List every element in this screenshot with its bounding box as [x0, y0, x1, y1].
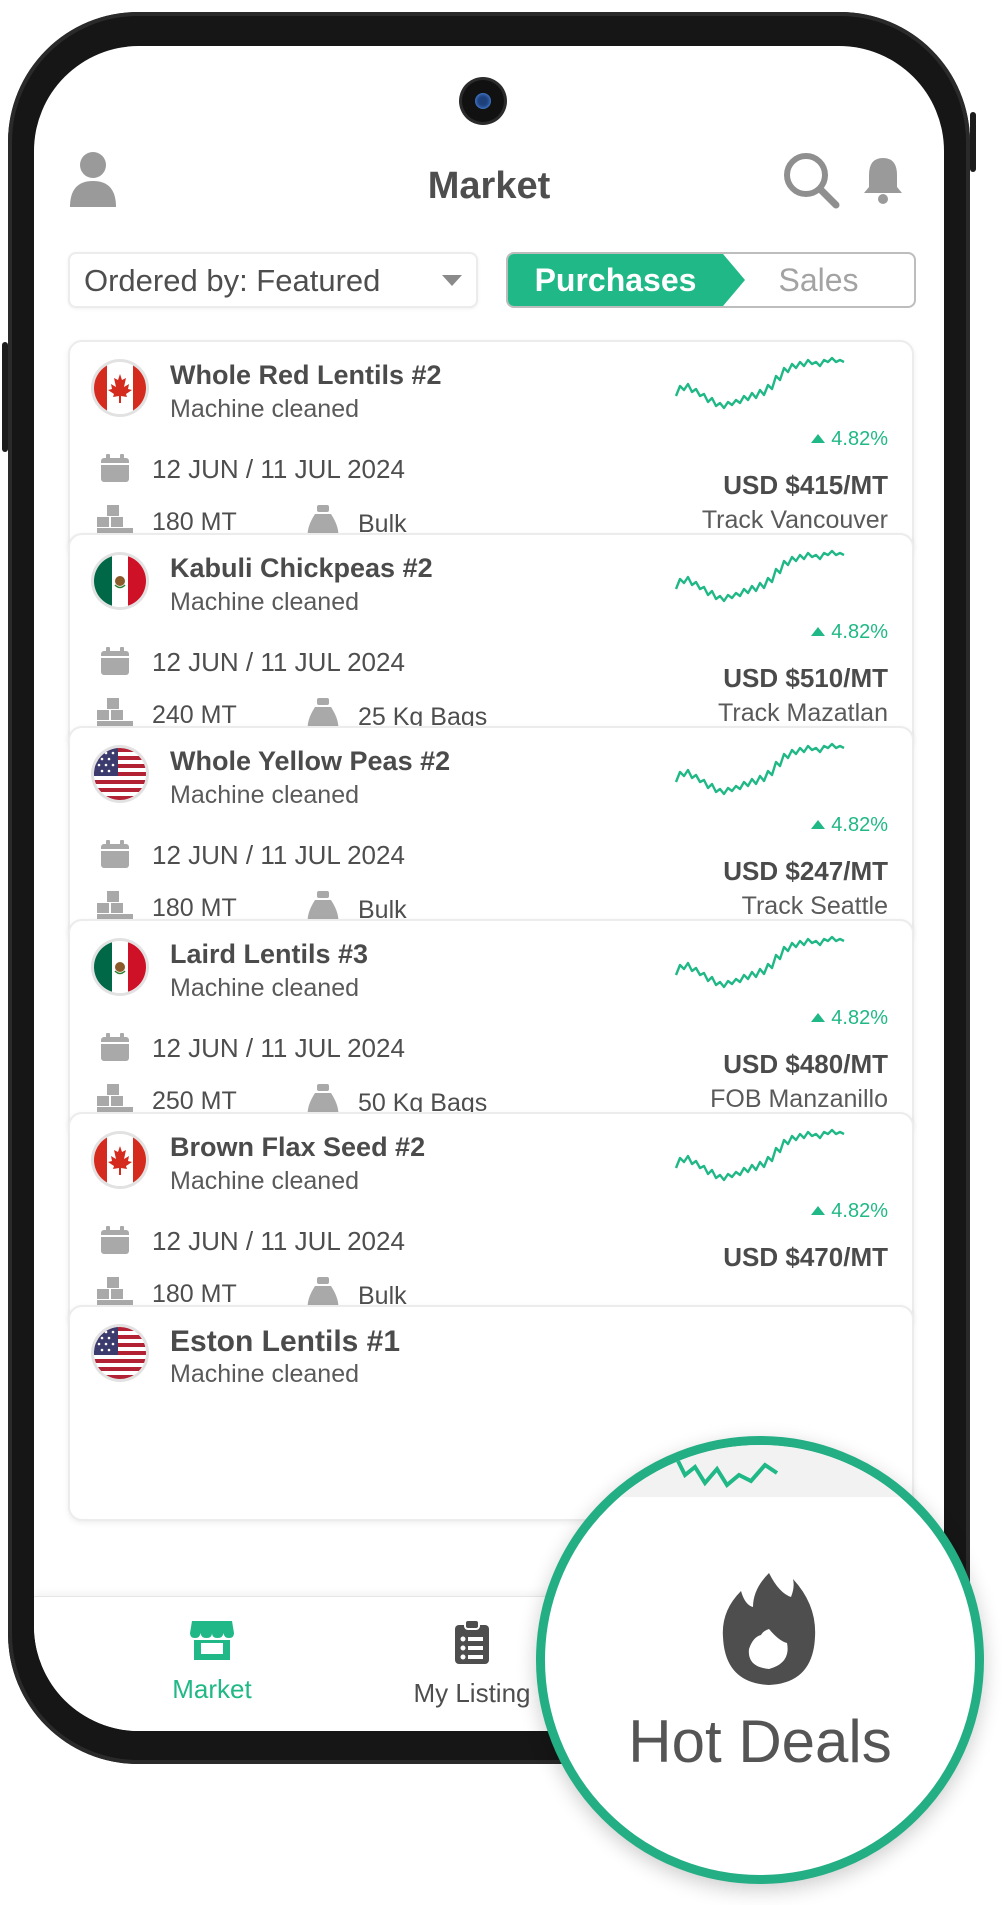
nav-market-label: Market — [172, 1674, 252, 1704]
listing-location: Track Vancouver — [701, 506, 888, 534]
mexico-flag — [94, 555, 146, 607]
tab-sales[interactable]: Sales — [723, 254, 914, 306]
callout-sparkline-fragment — [673, 1454, 779, 1489]
listing-name: Kabuli Chickpeas #2 — [170, 553, 433, 583]
price-sparkline — [674, 935, 845, 989]
sort-dropdown[interactable]: Ordered by: Featured — [68, 252, 478, 308]
purchases-sales-toggle[interactable]: Purchases Sales — [506, 252, 916, 308]
listing-name: Whole Red Lentils #2 — [170, 360, 442, 390]
usa-flag — [94, 748, 146, 800]
canada-flag — [94, 1134, 146, 1186]
listing-location: Track Seattle — [741, 892, 888, 920]
listing-card[interactable]: Whole Yellow Peas #2 Machine cleaned 12 … — [68, 726, 914, 942]
listing-card[interactable]: Brown Flax Seed #2 Machine cleaned 12 JU… — [68, 1112, 914, 1328]
listing-price: USD $470/MT — [723, 1242, 888, 1272]
listing-grade: Machine cleaned — [170, 1360, 360, 1388]
calendar-icon — [101, 1033, 129, 1061]
arrow-up-icon — [811, 434, 826, 443]
listing-dates: 12 JUN / 11 JUL 2024 — [152, 1033, 405, 1063]
listing-dates: 12 JUN / 11 JUL 2024 — [152, 454, 405, 484]
listing-grade: Machine cleaned — [170, 395, 360, 423]
price-change: 4.82% — [811, 428, 888, 451]
listing-name: Eston Lentils #1 — [170, 1325, 401, 1358]
price-change: 4.82% — [811, 1200, 888, 1223]
tab-purchases[interactable]: Purchases — [508, 254, 745, 306]
price-change-value: 4.82% — [831, 814, 888, 836]
arrow-up-icon — [811, 1206, 826, 1215]
arrow-up-icon — [811, 1013, 826, 1022]
clipboard-icon — [455, 1619, 489, 1664]
nav-market[interactable]: Market — [112, 1619, 312, 1705]
listing-grade: Machine cleaned — [170, 1167, 360, 1195]
chevron-down-icon — [442, 275, 462, 286]
price-change: 4.82% — [811, 1007, 888, 1030]
hot-deals-label: Hot Deals — [628, 1708, 892, 1775]
price-change: 4.82% — [811, 814, 888, 837]
arrow-up-icon — [811, 820, 826, 829]
sort-dropdown-label: Ordered by: Featured — [84, 263, 381, 298]
listing-grade: Machine cleaned — [170, 588, 360, 616]
listing-name: Brown Flax Seed #2 — [170, 1132, 426, 1162]
listing-name: Laird Lentils #3 — [170, 939, 369, 969]
listing-name: Whole Yellow Peas #2 — [170, 746, 451, 776]
listing-card[interactable]: Laird Lentils #3 Machine cleaned 12 JUN … — [68, 919, 914, 1135]
price-change-value: 4.82% — [831, 621, 888, 643]
listing-dates: 12 JUN / 11 JUL 2024 — [152, 1226, 405, 1256]
listing-location: FOB Manzanillo — [710, 1085, 888, 1113]
listing-price: USD $510/MT — [723, 663, 888, 693]
front-camera — [462, 80, 504, 122]
price-sparkline — [674, 549, 845, 603]
price-change-value: 4.82% — [831, 1007, 888, 1029]
calendar-icon — [101, 840, 129, 868]
listing-price: USD $415/MT — [723, 470, 888, 500]
price-change-value: 4.82% — [831, 428, 888, 450]
price-sparkline — [674, 356, 845, 410]
store-icon — [190, 1621, 234, 1660]
listing-dates: 12 JUN / 11 JUL 2024 — [152, 647, 405, 677]
calendar-icon — [101, 647, 129, 675]
bell-icon[interactable] — [862, 155, 904, 205]
listing-location: Track Mazatlan — [718, 699, 888, 727]
volume-button — [2, 342, 8, 452]
callout-card-edge — [545, 1445, 975, 1497]
usa-flag — [94, 1327, 146, 1379]
listing-dates: 12 JUN / 11 JUL 2024 — [152, 840, 405, 870]
mexico-flag — [94, 941, 146, 993]
power-button — [970, 112, 976, 172]
listing-grade: Machine cleaned — [170, 781, 360, 809]
calendar-icon — [101, 1226, 129, 1254]
search-icon[interactable] — [782, 151, 840, 209]
price-change: 4.82% — [811, 621, 888, 644]
app-header: Market — [34, 151, 944, 231]
listing-grade: Machine cleaned — [170, 974, 360, 1002]
listing-price: USD $247/MT — [723, 856, 888, 886]
canada-flag — [94, 362, 146, 414]
price-sparkline — [674, 1128, 845, 1182]
price-change-value: 4.82% — [831, 1200, 888, 1222]
listing-card[interactable]: Whole Red Lentils #2 Machine cleaned 12 … — [68, 340, 914, 556]
hot-deals-callout[interactable]: Hot Deals — [536, 1436, 984, 1884]
price-sparkline — [674, 742, 845, 796]
arrow-up-icon — [811, 627, 826, 636]
calendar-icon — [101, 454, 129, 482]
listing-price: USD $480/MT — [723, 1049, 888, 1079]
listing-card[interactable]: Kabuli Chickpeas #2 Machine cleaned 12 J… — [68, 533, 914, 749]
fire-icon — [722, 1573, 816, 1685]
